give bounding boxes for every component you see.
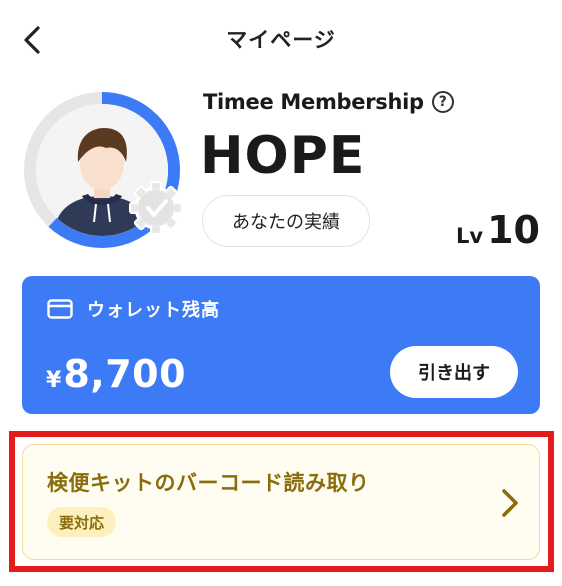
rank-name: HOPE — [200, 126, 366, 186]
task-title: 検便キットのバーコード読み取り — [47, 471, 370, 495]
header: マイページ — [0, 0, 562, 78]
level-display: Lv 10 — [456, 208, 540, 252]
wallet-header: ウォレット残高 — [47, 296, 220, 322]
level-prefix: Lv — [456, 224, 484, 248]
barcode-scan-task-card[interactable]: 検便キットのバーコード読み取り 要対応 — [22, 444, 540, 560]
membership-label: Timee Membership — [203, 90, 424, 114]
card-icon — [47, 299, 73, 319]
currency-symbol: ¥ — [46, 368, 62, 393]
wallet-title: ウォレット残高 — [87, 300, 220, 321]
level-value: 10 — [487, 208, 540, 252]
wallet-balance: ¥ 8,700 — [46, 352, 186, 396]
achievements-button[interactable]: あなたの実績 — [202, 195, 370, 247]
help-icon[interactable]: ? — [431, 91, 454, 113]
verified-badge-icon — [129, 181, 183, 235]
balance-amount: 8,700 — [63, 352, 187, 396]
wallet-card[interactable]: ウォレット残高 ¥ 8,700 引き出す — [22, 276, 540, 414]
membership-header: Timee Membership ? — [203, 90, 454, 114]
page-title: マイページ — [226, 28, 336, 52]
status-badge: 要対応 — [47, 507, 117, 537]
chevron-right-icon — [502, 489, 518, 517]
withdraw-button[interactable]: 引き出す — [390, 346, 518, 398]
avatar-progress — [22, 90, 183, 250]
